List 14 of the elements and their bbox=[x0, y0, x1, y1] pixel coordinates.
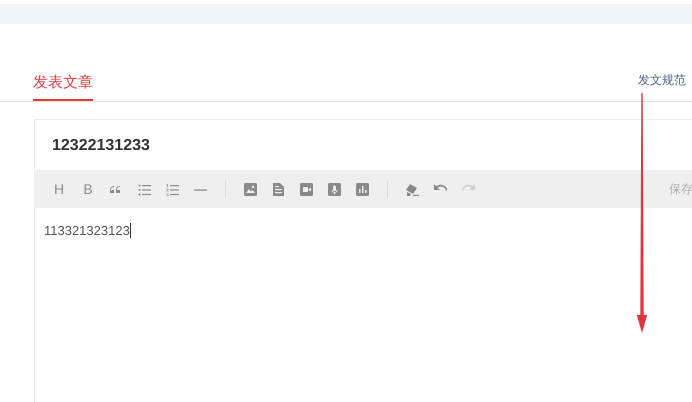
image-icon[interactable] bbox=[244, 182, 257, 196]
format-button[interactable]: H bbox=[52, 181, 66, 197]
numbered-list-icon[interactable] bbox=[166, 182, 179, 196]
eraser-icon[interactable] bbox=[406, 182, 419, 196]
body-text: 113321323123 bbox=[44, 223, 130, 238]
bar-chart-icon[interactable] bbox=[356, 182, 369, 196]
tab[interactable]: 发表文章 bbox=[33, 73, 93, 101]
microphone-icon[interactable] bbox=[328, 182, 341, 196]
bullet-list-icon[interactable] bbox=[138, 182, 151, 196]
guidelines-link[interactable]: 发文规范 bbox=[638, 72, 686, 101]
title-field[interactable]: 12322131233 bbox=[35, 120, 692, 170]
document-icon[interactable] bbox=[272, 182, 285, 196]
format-button[interactable]: B bbox=[81, 181, 95, 197]
video-icon[interactable] bbox=[300, 182, 313, 196]
